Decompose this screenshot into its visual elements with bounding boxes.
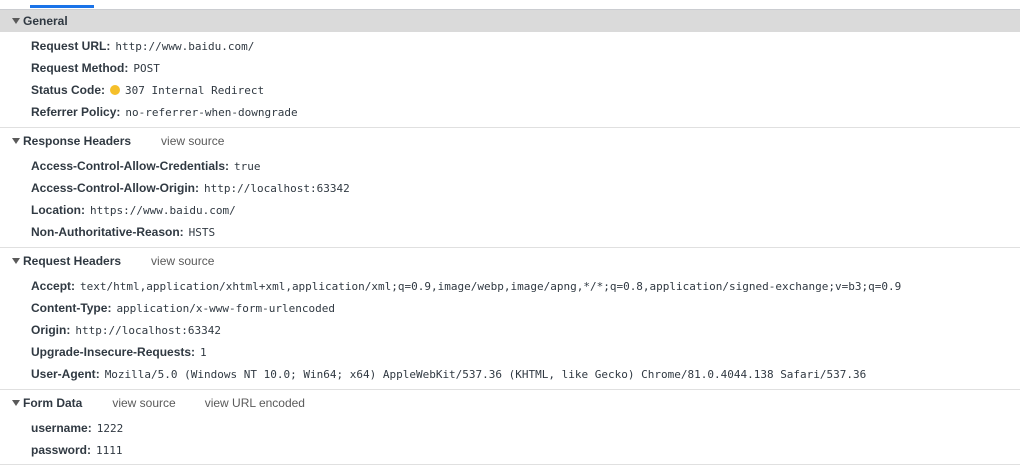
header-value[interactable]: application/x-www-form-urlencoded [116, 302, 335, 315]
active-tab-indicator [30, 5, 94, 8]
header-value[interactable]: Mozilla/5.0 (Windows NT 10.0; Win64; x64… [105, 368, 867, 381]
header-row-request-method: Request Method: POST [31, 61, 160, 75]
form-data-title[interactable]: Form Data [23, 396, 82, 410]
view-source-link[interactable]: view source [161, 134, 224, 148]
header-row: Content-Type: application/x-www-form-url… [31, 301, 335, 315]
header-key: Non-Authoritative-Reason [31, 225, 180, 239]
response-headers-title[interactable]: Response Headers [23, 134, 131, 148]
header-key: Accept [31, 279, 72, 293]
header-value[interactable]: http://localhost:63342 [75, 324, 221, 337]
response-headers-section: Response Headers view source Access-Cont… [0, 130, 1020, 248]
header-key: Request URL [31, 39, 107, 53]
header-value[interactable]: text/html,application/xhtml+xml,applicat… [80, 280, 901, 293]
form-data-section: Form Data view source view URL encoded u… [0, 392, 1020, 465]
triangle-down-icon[interactable] [12, 138, 20, 144]
header-key: Request Method [31, 61, 125, 75]
request-headers-section: Request Headers view source Accept: text… [0, 250, 1020, 390]
request-headers-title[interactable]: Request Headers [23, 254, 121, 268]
view-url-encoded-link[interactable]: view URL encoded [205, 396, 305, 410]
header-value[interactable]: POST [133, 62, 160, 75]
view-source-link[interactable]: view source [112, 396, 175, 410]
header-row: Access-Control-Allow-Credentials: true [31, 159, 261, 173]
general-section: General Request URL: http://www.baidu.co… [0, 10, 1020, 128]
header-row-status-code: Status Code: 307 Internal Redirect [31, 83, 265, 97]
form-key: username [31, 421, 88, 435]
triangle-down-icon[interactable] [12, 258, 20, 264]
general-title[interactable]: General [23, 14, 68, 28]
triangle-down-icon[interactable] [12, 400, 20, 406]
form-value[interactable]: 1111 [96, 444, 123, 457]
general-section-header[interactable]: General [0, 10, 1020, 32]
devtools-tab-bar [0, 0, 1020, 10]
response-headers-section-header[interactable]: Response Headers view source [0, 130, 1020, 152]
header-value[interactable]: 1 [200, 346, 207, 359]
form-data-row: password: 1111 [31, 443, 123, 457]
header-key: Referrer Policy [31, 105, 117, 119]
header-row: Accept: text/html,application/xhtml+xml,… [31, 279, 902, 293]
header-key: User-Agent [31, 367, 96, 381]
header-row: Origin: http://localhost:63342 [31, 323, 222, 337]
form-key: password [31, 443, 88, 457]
header-key: Status Code [31, 83, 102, 97]
header-value[interactable]: true [234, 160, 261, 173]
triangle-down-icon[interactable] [12, 18, 20, 24]
header-row: Non-Authoritative-Reason: HSTS [31, 225, 216, 239]
view-source-link[interactable]: view source [151, 254, 214, 268]
header-value[interactable]: no-referrer-when-downgrade [125, 106, 297, 119]
header-key: Upgrade-Insecure-Requests [31, 345, 192, 359]
header-key: Location [31, 203, 81, 217]
header-row: Location: https://www.baidu.com/ [31, 203, 236, 217]
header-value[interactable]: https://www.baidu.com/ [90, 204, 236, 217]
form-value[interactable]: 1222 [97, 422, 124, 435]
header-row-referrer-policy: Referrer Policy: no-referrer-when-downgr… [31, 105, 298, 119]
header-row-request-url: Request URL: http://www.baidu.com/ [31, 39, 255, 53]
form-data-row: username: 1222 [31, 421, 124, 435]
header-key: Access-Control-Allow-Origin [31, 181, 196, 195]
header-key: Access-Control-Allow-Credentials [31, 159, 226, 173]
header-value[interactable]: 307 Internal Redirect [125, 84, 264, 97]
header-key: Origin [31, 323, 67, 337]
header-value[interactable]: http://localhost:63342 [204, 182, 350, 195]
header-row: User-Agent: Mozilla/5.0 (Windows NT 10.0… [31, 367, 867, 381]
header-key: Content-Type [31, 301, 108, 315]
header-value[interactable]: http://www.baidu.com/ [115, 40, 254, 53]
form-data-section-header[interactable]: Form Data view source view URL encoded [0, 392, 1020, 414]
header-row: Access-Control-Allow-Origin: http://loca… [31, 181, 350, 195]
request-headers-section-header[interactable]: Request Headers view source [0, 250, 1020, 272]
header-row: Upgrade-Insecure-Requests: 1 [31, 345, 207, 359]
status-dot-icon [110, 85, 121, 95]
header-value[interactable]: HSTS [189, 226, 216, 239]
